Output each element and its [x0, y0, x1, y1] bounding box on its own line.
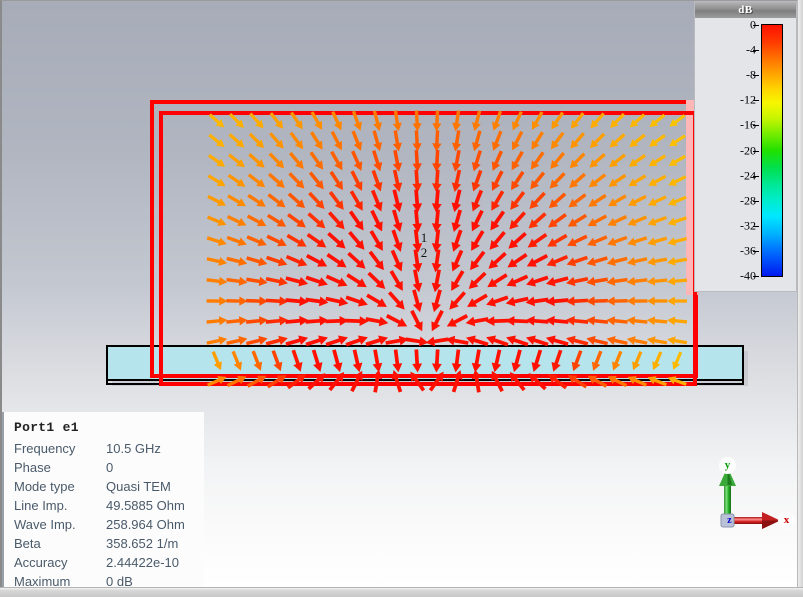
- colorbar-tick-label: -32: [740, 218, 756, 233]
- window-bottom-chrome: [0, 587, 803, 597]
- colorbar-legend: dB 0 -4 -8 -12 -16 -20 -24 -28 -32 -36 -40: [694, 1, 797, 292]
- colorbar-tick-label: -40: [740, 268, 756, 283]
- info-row-key: Line Imp.: [14, 498, 68, 513]
- info-row-key: Wave Imp.: [14, 517, 76, 532]
- info-row-key: Phase: [14, 460, 51, 475]
- info-row-value: 49.5885 Ohm: [106, 498, 185, 513]
- info-row: Mode type Quasi TEM: [14, 477, 204, 496]
- colorbar-tick-label: -4: [746, 42, 756, 57]
- colorbar-tick-label: -20: [740, 143, 756, 157]
- info-row-value: 358.652 1/m: [106, 536, 179, 551]
- colorbar-tick-label: -8: [746, 67, 756, 82]
- colorbar-gradient: [761, 24, 783, 277]
- info-row-value: Quasi TEM: [106, 479, 171, 494]
- info-row-value: 2.44422e-10: [106, 555, 180, 570]
- legend-title: dB: [695, 2, 796, 18]
- axis-orientation-indicator: y x z: [702, 457, 795, 541]
- colorbar-tick-label: -36: [740, 243, 756, 258]
- info-row: Line Imp. 49.5885 Ohm: [14, 496, 204, 515]
- port-marker-line2: 2: [420, 245, 428, 260]
- info-row-key: Accuracy: [14, 555, 68, 570]
- info-row-value: 258.964 Ohm: [106, 517, 185, 532]
- window-right-chrome: [797, 0, 803, 597]
- colorbar-tick-label: -16: [740, 117, 756, 132]
- port-marker-line1: 1: [420, 230, 428, 245]
- axis-label-y: y: [719, 457, 736, 474]
- info-row: Frequency 10.5 GHz: [14, 439, 204, 458]
- info-panel-rows: Frequency 10.5 GHz Phase 0 Mode type Quasi TE…: [14, 439, 204, 591]
- colorbar-tick-label: -12: [740, 92, 756, 107]
- colorbar-tick-label: -24: [740, 168, 756, 183]
- info-row-key: Beta: [14, 536, 41, 551]
- axis-label-z: z: [727, 515, 732, 526]
- info-row: Phase 0: [14, 458, 204, 477]
- application-window: 1 2 y x z dB 0 -4 -8 -12 -16 -20 -24 -28…: [0, 0, 803, 597]
- port-number-marker: 1 2: [416, 230, 432, 260]
- port-info-panel: Port1 e1 Frequency 10.5 GHz Phase 0 Mode typ…: [2, 412, 204, 595]
- info-row-key: Frequency: [14, 441, 76, 456]
- colorbar-tick-label: -28: [740, 193, 756, 208]
- axis-label-x: x: [778, 512, 795, 529]
- info-row-key: Mode type: [14, 479, 75, 494]
- info-row: Beta 358.652 1/m: [14, 534, 204, 553]
- colorbar-tick-label: 0: [750, 17, 756, 32]
- info-panel-title: Port1 e1: [14, 420, 79, 435]
- info-row: Accuracy 2.44422e-10: [14, 553, 204, 572]
- info-row-value: 0: [106, 460, 114, 475]
- info-row-value: 10.5 GHz: [106, 441, 161, 456]
- info-row: Wave Imp. 258.964 Ohm: [14, 515, 204, 534]
